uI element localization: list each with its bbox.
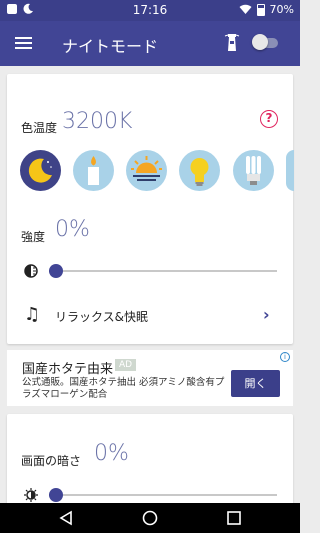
system-nav-bar: [0, 503, 300, 533]
chevron-right-icon: ›: [263, 305, 270, 324]
intensity-slider-thumb[interactable]: [49, 264, 63, 278]
battery-level: 70%: [269, 3, 294, 16]
color-temperature-value: 3200K: [62, 109, 133, 134]
intensity-slider[interactable]: [49, 264, 277, 278]
relax-sleep-label: リラックス&快眠: [55, 310, 148, 324]
ad-badge: AD: [115, 359, 137, 371]
status-bar: 17:16 70%: [0, 0, 300, 21]
color-temperature-label: 色温度: [21, 121, 58, 135]
intensity-value: 0%: [55, 217, 90, 242]
intensity-icon: [24, 264, 38, 278]
relax-sleep-row[interactable]: ♫ リラックス&快眠 ›: [7, 300, 293, 332]
preset-overflow: [286, 150, 294, 191]
night-mode-toggle[interactable]: [252, 34, 280, 50]
menu-icon[interactable]: [15, 37, 32, 49]
ad-banner[interactable]: 国産ホタテ由来 AD 公式通販。国産ホタテ抽出 必須アミノ酸含有プラズマローゲン…: [7, 350, 293, 406]
battery-icon: [256, 3, 265, 16]
screen-dim-slider-thumb[interactable]: [49, 488, 63, 502]
preset-candle[interactable]: [73, 150, 114, 191]
bulb-icon: [190, 158, 209, 186]
recents-icon[interactable]: [226, 510, 242, 526]
preset-bulb[interactable]: [179, 150, 220, 191]
preset-moon[interactable]: [20, 150, 61, 191]
wifi-icon: [239, 4, 252, 14]
help-icon[interactable]: ?: [260, 110, 278, 128]
page-title: ナイトモード: [62, 37, 159, 56]
app-bar: ナイトモード: [0, 21, 300, 66]
candle-icon: [88, 156, 99, 185]
ad-title: 国産ホタテ由来: [22, 362, 114, 377]
preset-fluorescent[interactable]: [233, 150, 274, 191]
brightness-icon: [24, 488, 38, 502]
screen-dim-card: 画面の暗さ 0%: [7, 414, 293, 514]
music-note-icon: ♫: [24, 304, 41, 325]
fluorescent-icon: [246, 156, 261, 185]
settings-card: 色温度 3200K ? 強度 0% ♫ リラックス&快眠 ›: [7, 74, 294, 344]
moon-icon: [28, 158, 52, 183]
ad-info-icon[interactable]: i: [280, 352, 290, 362]
screen-dim-slider[interactable]: [49, 488, 277, 502]
back-icon[interactable]: [58, 510, 74, 526]
screen-dim-label: 画面の暗さ: [21, 454, 82, 468]
screen-dim-value: 0%: [94, 441, 129, 466]
ad-body: 公式通販。国産ホタテ抽出 必須アミノ酸含有プラズマローゲン配合: [22, 377, 225, 400]
home-icon[interactable]: [142, 510, 158, 526]
intensity-label: 強度: [21, 230, 46, 244]
preset-sunset[interactable]: [126, 150, 167, 191]
sunset-icon: [131, 156, 162, 181]
ad-open-button[interactable]: 開く: [231, 370, 280, 397]
lighthouse-icon[interactable]: [224, 33, 240, 53]
